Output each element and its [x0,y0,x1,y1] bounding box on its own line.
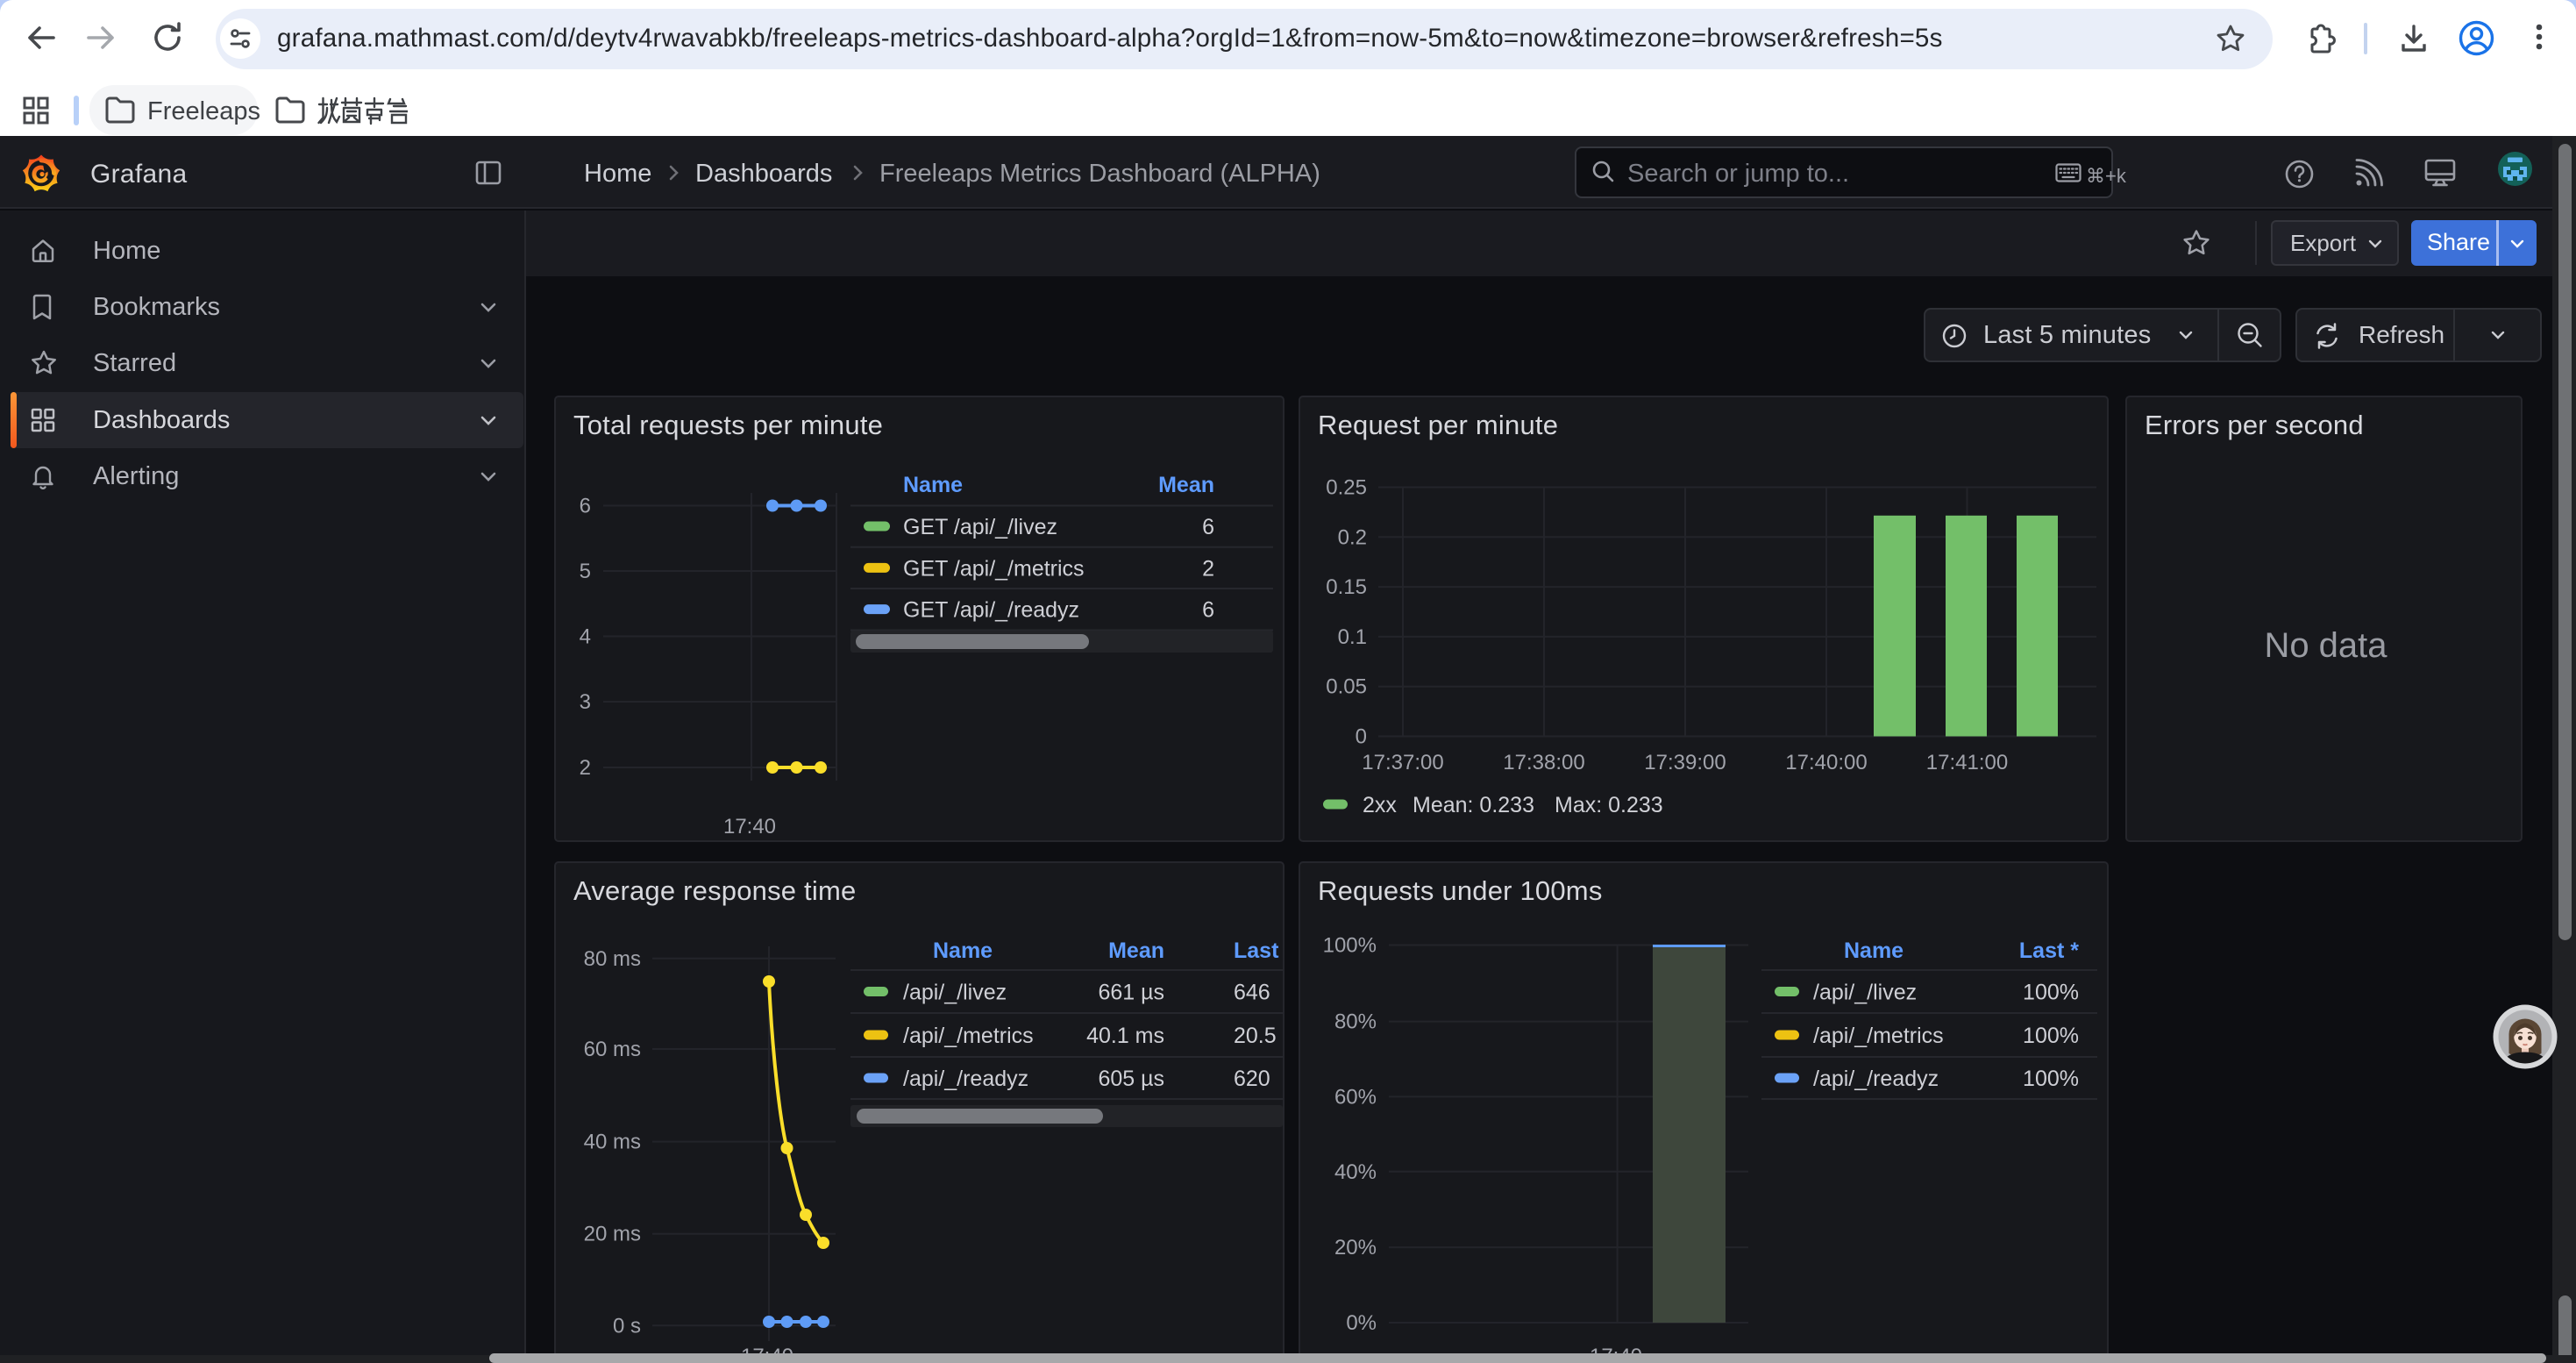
svg-text:/api/_/readyz: /api/_/readyz [1813,1067,1939,1091]
svg-text:GET /api/_/readyz: GET /api/_/readyz [903,598,1079,623]
svg-text:646: 646 [1234,981,1270,1005]
svg-text:100%: 100% [2023,1024,2079,1048]
svg-text:Mean: Mean [1158,473,1214,497]
svg-text:0.05: 0.05 [1326,675,1367,699]
svg-text:GET /api/_/livez: GET /api/_/livez [903,515,1057,539]
svg-text:0.15: 0.15 [1326,575,1367,599]
svg-text:17:39:00: 17:39:00 [1644,751,1726,774]
svg-text:20.5 ms: 20.5 ms [1234,1024,1284,1048]
svg-text:GET /api/_/metrics: GET /api/_/metrics [903,556,1085,581]
svg-text:6: 6 [1202,515,1214,539]
svg-text:40%: 40% [1334,1160,1377,1184]
svg-text:17:41:00: 17:41:00 [1926,751,2008,774]
svg-text:Max: 0.233: Max: 0.233 [1555,793,1663,817]
svg-text:20%: 20% [1334,1236,1377,1260]
svg-text:Last *: Last * [2019,938,2079,963]
svg-text:0.1: 0.1 [1338,625,1367,649]
svg-text:2xx: 2xx [1363,793,1397,817]
svg-text:Name: Name [1844,938,1904,963]
svg-text:0 s: 0 s [613,1314,641,1338]
svg-text:Mean: Mean [1108,938,1164,963]
svg-text:60%: 60% [1334,1085,1377,1109]
svg-text:4: 4 [580,625,591,649]
svg-text:0: 0 [1356,725,1367,749]
svg-text:100%: 100% [2023,981,2079,1005]
svg-text:/api/_/livez: /api/_/livez [903,981,1007,1005]
svg-text:6: 6 [1202,598,1214,623]
svg-text:20 ms: 20 ms [584,1223,641,1246]
svg-text:0.25: 0.25 [1326,476,1367,500]
svg-text:2: 2 [1202,556,1214,581]
svg-text:80%: 80% [1334,1010,1377,1034]
svg-text:Last *: Last * [1234,938,1284,963]
svg-text:17:37:00: 17:37:00 [1362,751,1443,774]
svg-text:661 µs: 661 µs [1098,981,1164,1005]
svg-text:Name: Name [903,473,963,497]
svg-text:40 ms: 40 ms [584,1131,641,1154]
svg-text:Name: Name [933,938,993,963]
svg-text:3: 3 [580,690,591,714]
svg-text:5: 5 [580,560,591,583]
svg-text:2: 2 [580,756,591,780]
svg-text:0%: 0% [1346,1311,1377,1335]
svg-text:100%: 100% [1323,934,1377,958]
svg-text:80 ms: 80 ms [584,947,641,971]
svg-text:/api/_/metrics: /api/_/metrics [1813,1024,1944,1048]
svg-text:605 µs: 605 µs [1098,1067,1164,1091]
svg-text:17:38:00: 17:38:00 [1503,751,1584,774]
svg-text:60 ms: 60 ms [584,1038,641,1061]
svg-text:/api/_/metrics: /api/_/metrics [903,1024,1034,1048]
svg-text:0.2: 0.2 [1338,525,1367,549]
svg-text:17:40:00: 17:40:00 [1785,751,1867,774]
svg-text:100%: 100% [2023,1067,2079,1091]
svg-text:/api/_/livez: /api/_/livez [1813,981,1917,1005]
svg-text:17:40: 17:40 [723,815,776,838]
svg-text:40.1 ms: 40.1 ms [1086,1024,1164,1048]
svg-text:Mean: 0.233: Mean: 0.233 [1413,793,1534,817]
svg-text:620: 620 [1234,1067,1270,1091]
svg-text:/api/_/readyz: /api/_/readyz [903,1067,1028,1091]
svg-text:6: 6 [580,495,591,518]
